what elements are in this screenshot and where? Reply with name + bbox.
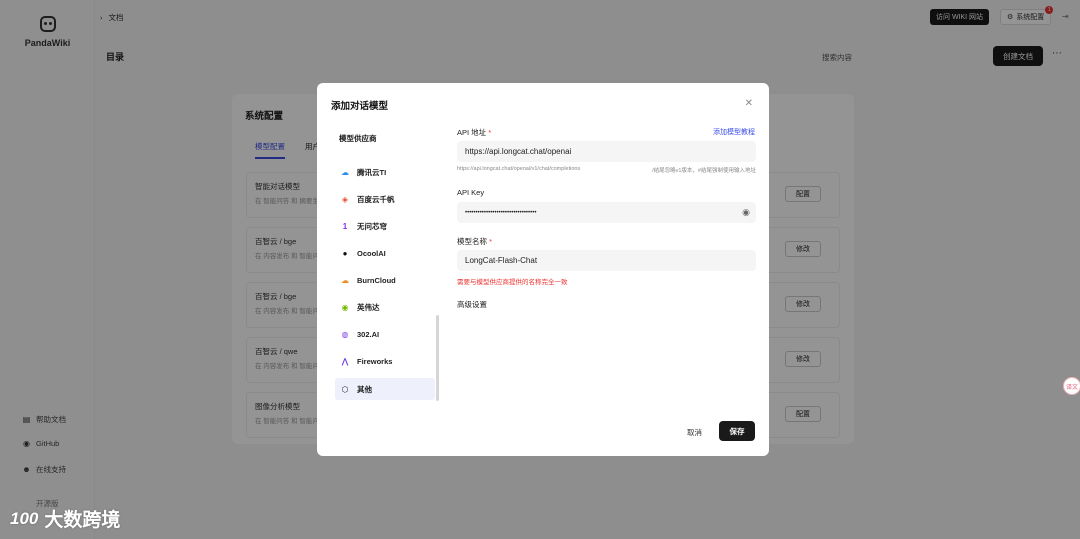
provider-item-tencent[interactable]: ☁ 腾讯云TI bbox=[335, 161, 435, 183]
api-key-value: •••••••••••••••••••••••••••••••••• bbox=[465, 209, 537, 216]
provider-item-nvidia[interactable]: ◉ 英伟达 bbox=[335, 296, 435, 318]
provider-label: 英伟达 bbox=[357, 302, 380, 312]
close-icon[interactable]: ✕ bbox=[745, 98, 753, 109]
api-url-label: API 地址 * bbox=[457, 128, 492, 137]
provider-label: 其他 bbox=[357, 384, 372, 394]
api-url-hint: https://api.longcat.chat/openai/v1/chat/… bbox=[457, 166, 756, 174]
fireworks-icon: ⋀ bbox=[341, 356, 349, 366]
model-name-error: 需要与模型供应商提供的名称完全一致 bbox=[457, 279, 568, 286]
provider-label: 百度云千帆 bbox=[357, 194, 395, 204]
provider-item-baidu[interactable]: ◈ 百度云千帆 bbox=[335, 188, 435, 210]
api-url-hint-note: /结尾忽略v1版本，#结尾强制使用输入地址 bbox=[652, 168, 756, 174]
api-key-label: API Key bbox=[457, 188, 485, 197]
watermark-text: 大数跨境 bbox=[44, 510, 121, 531]
provider-label: 302.AI bbox=[357, 329, 380, 339]
api-key-input[interactable]: •••••••••••••••••••••••••••••••••• ◉ bbox=[457, 202, 756, 223]
provider-heading: 模型供应商 bbox=[339, 134, 377, 143]
model-name-label: 模型名称 * bbox=[457, 237, 493, 246]
burncloud-icon: ☁ bbox=[341, 275, 349, 285]
qianfan-icon: ◈ bbox=[341, 194, 349, 204]
api-url-hint-text: https://api.longcat.chat/openai/v1/chat/… bbox=[457, 166, 581, 172]
cube-icon: ⬡ bbox=[341, 384, 349, 394]
provider-label: OcoolAI bbox=[357, 248, 386, 258]
dialog-title: 添加对话模型 bbox=[331, 101, 389, 112]
provider-label: 腾讯云TI bbox=[357, 167, 387, 177]
provider-item-fireworks[interactable]: ⋀ Fireworks bbox=[335, 350, 435, 372]
cloud-icon: ☁ bbox=[341, 167, 349, 177]
model-name-input[interactable]: LongCat-Flash-Chat bbox=[457, 250, 756, 271]
provider-list-scrollbar[interactable] bbox=[436, 315, 439, 401]
watermark-logo: 100 bbox=[10, 508, 39, 528]
eye-icon[interactable]: ◉ bbox=[742, 207, 750, 218]
provider-item-burncloud[interactable]: ☁ BurnCloud bbox=[335, 269, 435, 291]
translate-float-button[interactable]: 译文 bbox=[1063, 377, 1080, 395]
advanced-settings-toggle[interactable]: 高级设置 bbox=[457, 299, 487, 310]
provider-label: 无问芯穹 bbox=[357, 221, 387, 231]
provider-item-infini[interactable]: 1 无问芯穹 bbox=[335, 215, 435, 237]
cancel-button[interactable]: 取消 bbox=[687, 427, 702, 438]
nvidia-icon: ◉ bbox=[341, 302, 349, 312]
provider-label: BurnCloud bbox=[357, 275, 396, 285]
provider-item-other[interactable]: ⬡ 其他 bbox=[335, 378, 435, 400]
save-button[interactable]: 保存 bbox=[719, 421, 755, 441]
provider-label: Fireworks bbox=[357, 356, 393, 366]
api-url-label-text: API 地址 bbox=[457, 128, 487, 137]
add-chat-model-dialog: 添加对话模型 ✕ 模型供应商 ☁ 腾讯云TI ◈ 百度云千帆 1 无问芯穹 ● … bbox=[317, 83, 769, 456]
ai302-icon: ◍ bbox=[341, 329, 349, 339]
tutorial-link[interactable]: 添加模型教程 bbox=[713, 127, 755, 137]
api-url-input[interactable]: https://api.longcat.chat/openai bbox=[457, 141, 756, 162]
ocoolai-icon: ● bbox=[342, 248, 348, 258]
infini-icon: 1 bbox=[342, 221, 348, 231]
watermark: 100 大数跨境 bbox=[10, 505, 120, 532]
provider-item-ocoolai[interactable]: ● OcoolAI bbox=[335, 242, 435, 264]
model-name-label-text: 模型名称 bbox=[457, 237, 487, 246]
provider-item-302ai[interactable]: ◍ 302.AI bbox=[335, 323, 435, 345]
